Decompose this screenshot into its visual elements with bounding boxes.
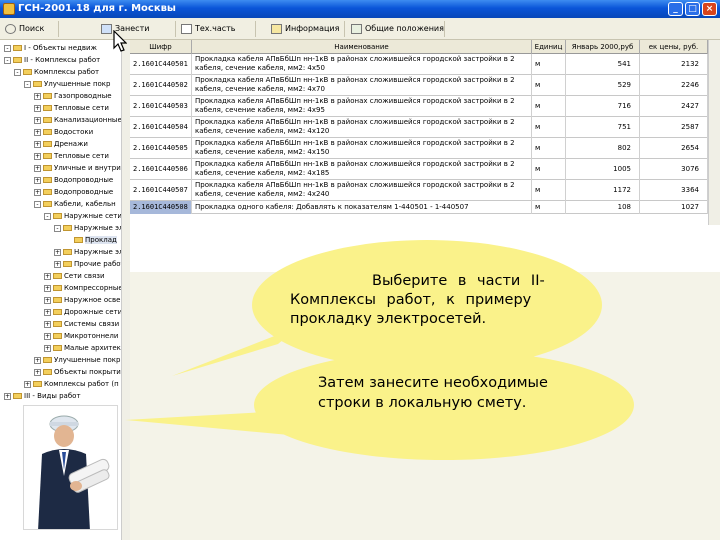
callout-text-line-3: прокладку электросетей. — [290, 311, 487, 327]
engineer-illustration — [23, 405, 118, 530]
callout-text-line-4: Затем занесите необходимые — [318, 375, 548, 391]
engineer-figure — [38, 415, 110, 529]
application-window: ГСН-2001.18 для г. Москвы _ □ × Поиск За… — [0, 0, 720, 540]
callout-text-line-1: Выберите в части II- — [372, 273, 545, 289]
callout-text-line-5: строки в локальную смету. — [318, 395, 527, 411]
callout-text-line-2: Комплексы работ, к примеру — [290, 292, 532, 308]
